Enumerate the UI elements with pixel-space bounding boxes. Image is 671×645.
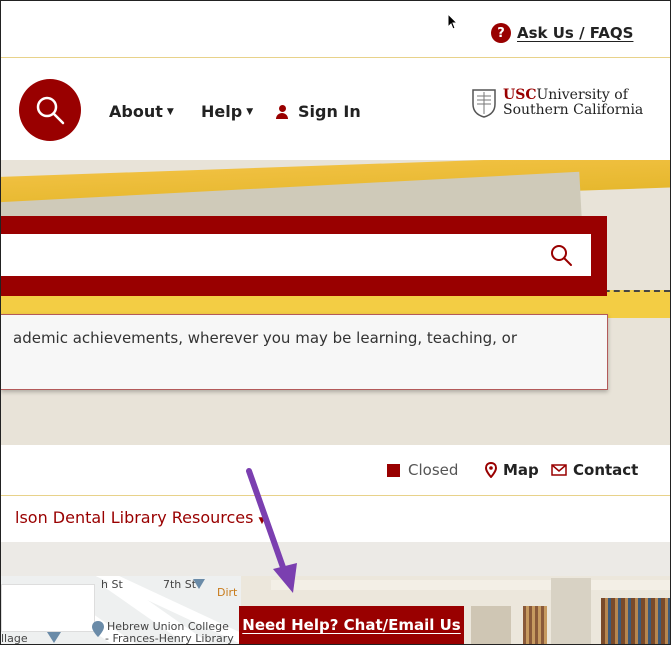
hero-banner: ademic achievements, wherever you may be… [1, 160, 670, 445]
map-marker-icon [47, 632, 61, 643]
resources-label: lson Dental Library Resources [15, 508, 254, 527]
usc-logo[interactable]: USCUniversity of Southern California [471, 88, 643, 118]
hero-tagline: ademic achievements, wherever you may be… [13, 329, 518, 347]
ask-us-label: Ask Us / FAQS [517, 24, 634, 42]
person-icon [276, 104, 288, 119]
location-map[interactable]: h St 7th St Dirt D llage Hebrew Union Co… [1, 576, 241, 644]
usc-line1: University of [536, 87, 628, 103]
closed-status-icon [387, 463, 400, 477]
usc-line2: Southern California [503, 102, 644, 118]
contact-label: Contact [573, 461, 639, 479]
map-poi-label: Dirt D [217, 586, 241, 599]
need-help-label: Need Help? Chat/Email Us [242, 616, 461, 634]
caret-down-icon: ▼ [246, 106, 254, 117]
envelope-icon [551, 464, 567, 476]
nav-help-label: Help [201, 102, 243, 121]
contact-link[interactable]: Contact [551, 461, 638, 479]
ask-us-faqs-link[interactable]: ? Ask Us / FAQS [491, 23, 633, 43]
hours-status[interactable]: Closed [387, 461, 458, 479]
status-bar: Closed Map Contact [1, 445, 670, 496]
map-link[interactable]: Map [485, 461, 539, 479]
search-toggle-button[interactable] [19, 79, 81, 141]
nav-sign-in-label: Sign In [298, 102, 361, 121]
map-street-label: 7th St [163, 578, 197, 591]
hero-tagline-box: ademic achievements, wherever you may be… [1, 314, 608, 390]
map-marker-icon [193, 579, 205, 589]
nav-help[interactable]: Help ▼ [201, 102, 253, 121]
nav-about[interactable]: About ▼ [109, 102, 174, 121]
search-icon[interactable] [549, 243, 573, 267]
utility-bar: ? Ask Us / FAQS [1, 1, 670, 58]
map-pin-icon [485, 462, 497, 478]
nav-about-label: About [109, 102, 163, 121]
caret-down-icon: ▼ [258, 516, 266, 526]
map-info-card [1, 584, 95, 632]
mouse-cursor-icon [447, 13, 459, 30]
nav-sign-in[interactable]: Sign In [276, 102, 361, 121]
library-marker-icon [92, 621, 104, 637]
map-label: Map [503, 461, 539, 479]
section-divider [1, 542, 670, 576]
hero-search-input[interactable] [1, 234, 591, 276]
map-street-label: h St [101, 578, 123, 591]
map-place-label: llage [1, 632, 28, 644]
main-nav: About ▼ Help ▼ Sign In USCUniversity of … [1, 58, 670, 160]
hours-status-label: Closed [408, 461, 459, 479]
caret-down-icon: ▼ [166, 106, 174, 117]
need-help-chat-button[interactable]: Need Help? Chat/Email Us [239, 606, 464, 644]
dental-library-resources-dropdown[interactable]: lson Dental Library Resources ▼ [15, 508, 265, 527]
hero-search-bar [1, 216, 607, 296]
usc-seal-icon [472, 89, 496, 118]
question-circle-icon: ? [491, 23, 511, 43]
search-icon [36, 96, 65, 125]
usc-wordmark: USC [503, 87, 537, 103]
resources-menu: lson Dental Library Resources ▼ [1, 496, 670, 542]
browser-viewport: ? Ask Us / FAQS About ▼ Help ▼ Sign In U… [0, 0, 671, 645]
map-place-label: - Frances-Henry Library [105, 632, 234, 644]
